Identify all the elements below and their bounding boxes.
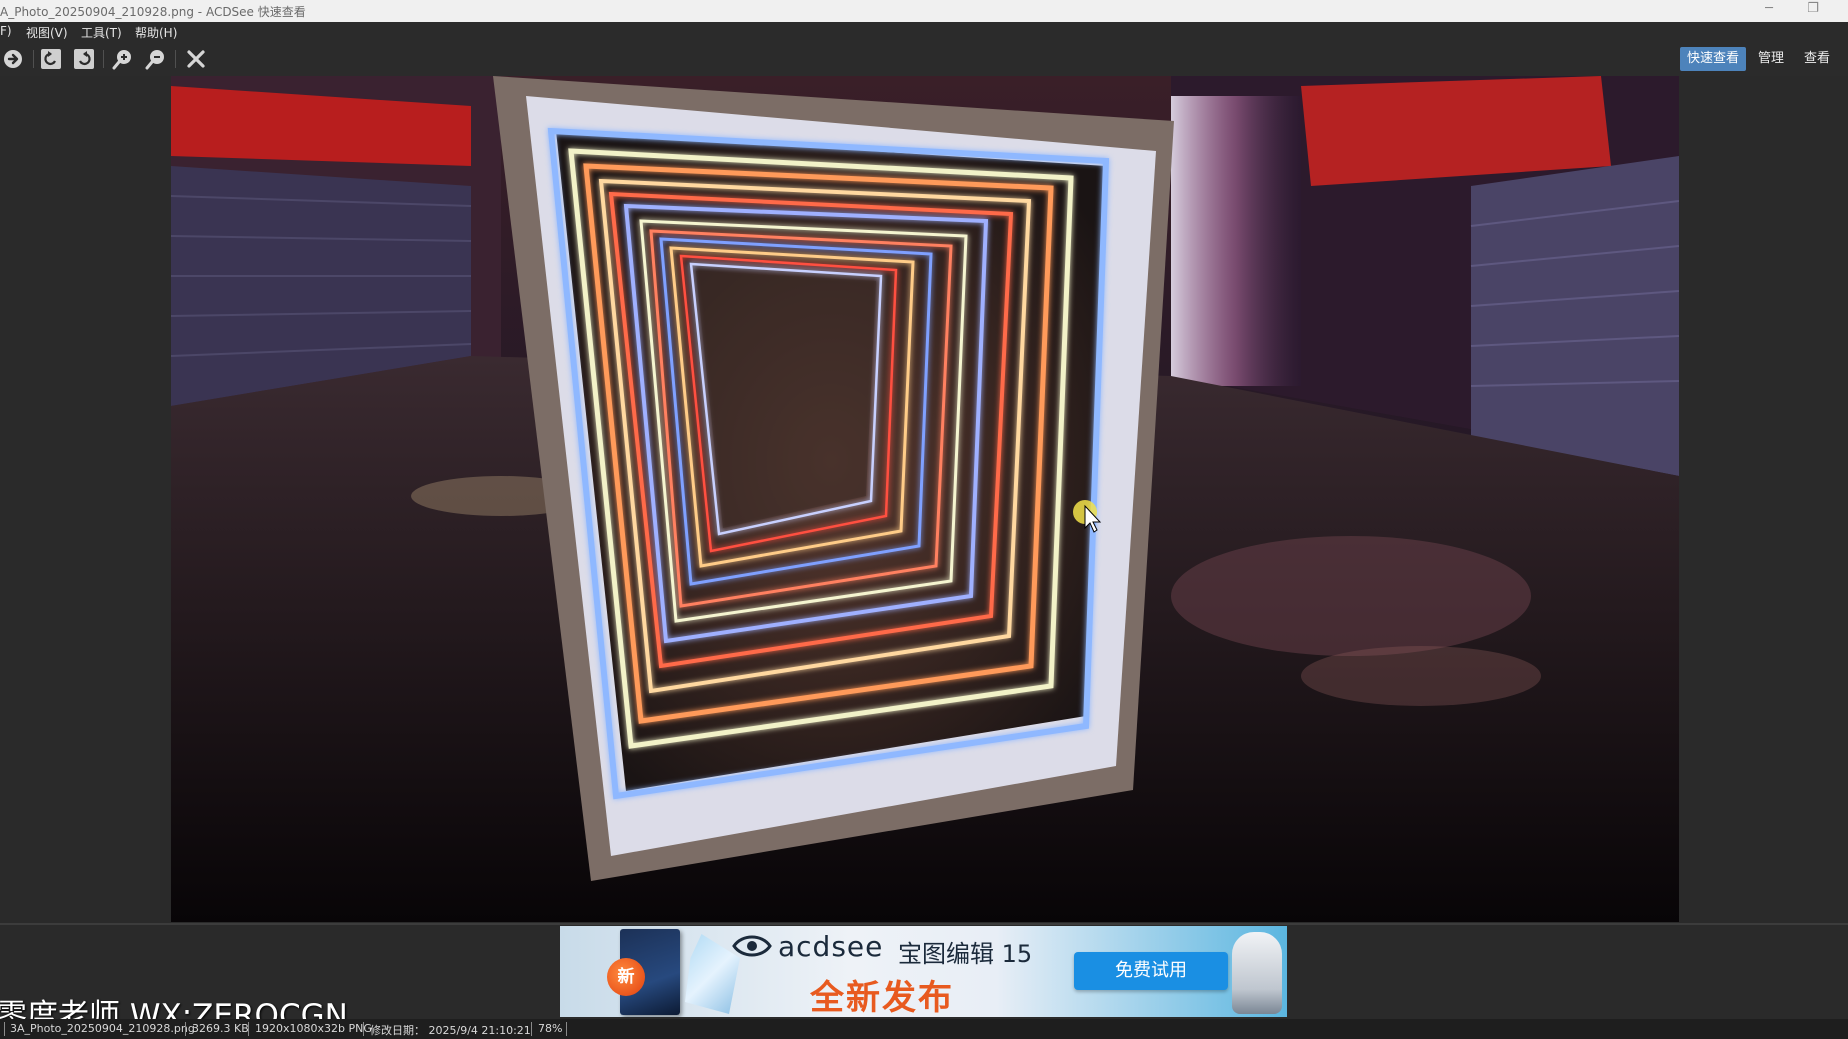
mode-manage-button[interactable]: 管理: [1751, 47, 1791, 71]
toolbar-separator: [33, 50, 34, 68]
menu-view[interactable]: 视图(V): [26, 24, 68, 41]
ad-banner[interactable]: 新 acdsee 宝图编辑 15 全新发布 免费试用: [560, 926, 1287, 1017]
status-bar: 3A_Photo_20250904_210928.png 3269.3 KB 1…: [0, 1019, 1848, 1039]
ad-product: 宝图编辑 15: [898, 940, 1033, 968]
mode-view-button[interactable]: 查看: [1797, 47, 1837, 71]
acdsee-logo-icon: [732, 934, 772, 958]
viewer-divider: [0, 923, 1848, 925]
ad-brand: acdsee: [778, 930, 884, 963]
photo-display[interactable]: [171, 76, 1679, 922]
neon-frame-photo: [171, 76, 1679, 922]
toolbar-separator: [175, 50, 176, 68]
toolbar-separator: [103, 50, 104, 68]
window-title: A_Photo_20250904_210928.png - ACDSee 快速查…: [0, 5, 306, 19]
ad-tagline: 全新发布: [810, 978, 954, 1017]
toolbar: 快速查看 管理 查看: [0, 42, 1848, 76]
rotate-left-icon[interactable]: [40, 48, 62, 70]
menu-bar: F) 视图(V) 工具(T) 帮助(H): [0, 22, 1848, 42]
zoom-out-icon[interactable]: [145, 48, 167, 70]
menu-tools[interactable]: 工具(T): [81, 24, 122, 41]
astronaut-illustration: [1232, 932, 1282, 1014]
zoom-in-icon[interactable]: [112, 48, 134, 70]
status-filesize: 3269.3 KB: [192, 1022, 249, 1035]
next-arrow-icon[interactable]: [2, 48, 24, 70]
image-viewer[interactable]: [0, 76, 1848, 923]
new-badge: 新: [607, 958, 645, 996]
mode-quick-view-button[interactable]: 快速查看: [1680, 47, 1747, 71]
restore-button[interactable]: ❐: [1798, 1, 1828, 21]
title-bar: A_Photo_20250904_210928.png - ACDSee 快速查…: [0, 0, 1848, 22]
status-zoom: 78%: [538, 1022, 563, 1035]
status-separator: [185, 1022, 186, 1036]
status-separator: [4, 1022, 5, 1036]
status-dimensions: 1920x1080x32b PNG: [255, 1022, 372, 1035]
status-separator: [363, 1022, 364, 1036]
minimize-button[interactable]: ─: [1754, 1, 1784, 21]
close-x-icon[interactable]: [185, 48, 207, 70]
status-modified-date: 修改日期： 2025/9/4 21:10:21: [370, 1024, 531, 1037]
status-separator: [566, 1022, 567, 1036]
status-separator: [531, 1022, 532, 1036]
free-trial-button[interactable]: 免费试用: [1074, 952, 1228, 990]
status-separator: [248, 1022, 249, 1036]
menu-file[interactable]: F): [0, 24, 12, 38]
menu-help[interactable]: 帮助(H): [135, 24, 177, 41]
status-filename: 3A_Photo_20250904_210928.png: [10, 1022, 195, 1035]
rotate-right-icon[interactable]: [73, 48, 95, 70]
